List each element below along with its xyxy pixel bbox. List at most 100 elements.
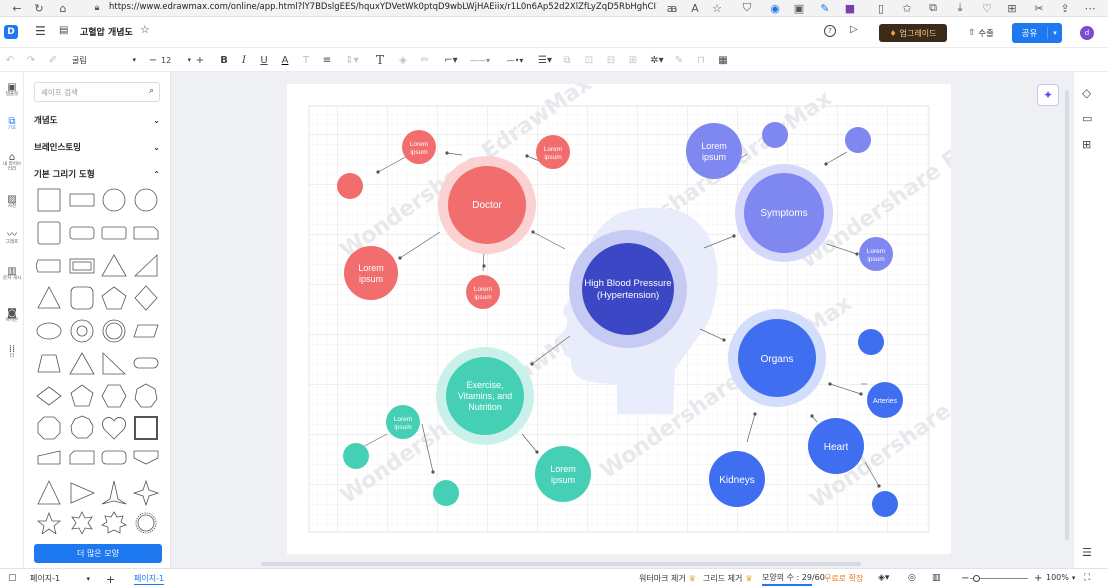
section-brainstorm[interactable]: 브레인스토밍 ⌄ xyxy=(34,141,160,154)
share-page-icon[interactable]: ⇪ xyxy=(1058,1,1072,15)
rail-item-images[interactable]: ▨ 사진 xyxy=(0,194,24,210)
font-color-icon[interactable]: A xyxy=(279,52,291,68)
shape-double-circle[interactable] xyxy=(102,319,126,343)
hamburger-menu-icon[interactable]: ☰ xyxy=(35,24,46,38)
font-size-increase-icon[interactable]: + xyxy=(195,52,205,68)
shape-circle[interactable] xyxy=(102,188,126,212)
refresh-icon[interactable]: ↻ xyxy=(32,1,46,15)
node-lorem-ipsum[interactable]: Lorem ipsum xyxy=(536,135,570,169)
shape-double-rectangle[interactable] xyxy=(69,258,95,274)
shape-hexagon[interactable] xyxy=(101,384,127,408)
favorite-star-icon[interactable]: ☆ xyxy=(710,1,724,15)
paint-bucket-icon[interactable]: ◇ xyxy=(1082,86,1091,100)
drawing-page[interactable]: Wondershare EdrawMax Wondershare EdrawMa… xyxy=(287,84,951,554)
shape-star-6[interactable] xyxy=(71,511,93,534)
shape-pentagon[interactable] xyxy=(101,286,127,310)
node-lorem-ipsum[interactable]: Lorem ipsum xyxy=(535,446,591,502)
shape-triangle-3[interactable] xyxy=(69,352,95,375)
browser-essentials-icon[interactable]: ♡ xyxy=(980,1,994,15)
ai-assistant-button[interactable]: ✦ xyxy=(1037,84,1059,106)
save-icon[interactable]: ▤ xyxy=(59,25,68,36)
favorites-icon[interactable]: ✩ xyxy=(900,1,914,15)
zoom-in-icon[interactable]: + xyxy=(1034,573,1042,584)
chevron-down-icon[interactable]: ▾ xyxy=(1048,29,1062,37)
panel-settings-icon[interactable]: ☰ xyxy=(1082,546,1092,559)
node-small-purple[interactable] xyxy=(762,122,788,148)
shape-pentagon-2[interactable] xyxy=(70,384,94,407)
browser-menu-icon[interactable]: ⋯ xyxy=(1083,1,1097,15)
shape-rounded-rectangle[interactable] xyxy=(69,226,95,240)
shape-decagon[interactable] xyxy=(70,415,94,439)
node-small-teal[interactable] xyxy=(343,443,369,469)
shape-rectangle[interactable] xyxy=(69,193,95,207)
download-icon[interactable]: ⤓ xyxy=(953,1,967,15)
concept-map-diagram[interactable]: Wondershare EdrawMax Wondershare EdrawMa… xyxy=(287,84,951,554)
shape-pennant[interactable] xyxy=(133,450,159,465)
redo-icon[interactable]: ↷ xyxy=(25,52,37,68)
extension-box-icon[interactable]: ▣ xyxy=(792,1,806,15)
table-icon[interactable]: ▦ xyxy=(716,52,730,68)
layers-icon[interactable]: ◈▾ xyxy=(878,573,889,583)
line-weight-icon[interactable]: ☰▾ xyxy=(536,52,554,68)
page-setup-icon[interactable]: ▭ xyxy=(1082,112,1092,125)
node-high-blood-pressure[interactable]: High Blood Pressure (Hypertension) xyxy=(569,230,687,348)
url-field[interactable]: https://www.edrawmax.com/online/app.html… xyxy=(109,2,657,12)
italic-icon[interactable]: I xyxy=(238,52,250,68)
shape-star-4[interactable] xyxy=(132,479,160,507)
vertical-scrollbar[interactable] xyxy=(1065,90,1069,540)
node-small-purple[interactable] xyxy=(845,127,871,153)
section-concept-map[interactable]: 개념도 ⌄ xyxy=(34,114,160,127)
document-title[interactable]: 고혈압 개념도 xyxy=(80,25,133,38)
home-icon[interactable]: ⌂ xyxy=(56,1,70,15)
onenote-icon[interactable]: ■ xyxy=(843,1,857,15)
node-lorem-ipsum[interactable]: Lorem ipsum xyxy=(402,130,436,164)
rail-item-text[interactable]: ▥ 문자 게시 xyxy=(0,266,24,282)
font-size-decrease-icon[interactable]: − xyxy=(148,52,158,68)
shape-star-5[interactable] xyxy=(36,511,62,534)
node-kidneys[interactable]: Kidneys xyxy=(709,451,765,507)
page-list-icon[interactable]: ▢ xyxy=(8,573,17,583)
undo-icon[interactable]: ↶ xyxy=(4,52,16,68)
shape-square[interactable] xyxy=(37,188,61,212)
line-color-icon[interactable]: ✏ xyxy=(418,52,432,68)
arrow-style-select[interactable]: —•▾ xyxy=(502,52,528,68)
align-icon[interactable]: ≡ xyxy=(320,52,334,68)
shape-star-3[interactable] xyxy=(101,480,127,505)
node-arteries[interactable]: Arteries xyxy=(867,382,903,418)
underline-icon[interactable]: U xyxy=(258,52,270,68)
shape-circle-large[interactable] xyxy=(134,188,158,212)
shape-rhombus[interactable] xyxy=(36,386,62,406)
screenshot-icon[interactable]: ✂ xyxy=(1032,1,1046,15)
shape-right-triangle[interactable] xyxy=(134,254,158,277)
bold-icon[interactable]: B xyxy=(218,52,230,68)
remove-grid-button[interactable]: 그리드 제거 ♛ xyxy=(703,573,753,584)
shape-heptagon[interactable] xyxy=(134,383,158,408)
free-expand-link[interactable]: 무료로 확장 xyxy=(824,573,863,584)
zoom-slider[interactable] xyxy=(970,575,1028,582)
node-doctor[interactable]: Doctor xyxy=(438,156,536,254)
node-lorem-ipsum[interactable]: Lorem ipsum xyxy=(686,123,742,179)
node-heart[interactable]: Heart xyxy=(808,418,864,474)
export-button[interactable]: ⇧ 수출 xyxy=(962,24,1000,42)
zoom-out-icon[interactable]: − xyxy=(961,573,969,584)
shape-octagon-rounded[interactable] xyxy=(70,286,94,310)
rail-item-symbols[interactable]: ⧉ 기호 xyxy=(0,116,24,132)
favorite-star-icon[interactable]: ☆ xyxy=(140,23,150,36)
shape-diamond[interactable] xyxy=(134,285,158,311)
shape-ring[interactable] xyxy=(70,319,94,343)
pen-extension-icon[interactable]: ✎ xyxy=(818,1,832,15)
shape-rounded-rectangle-2[interactable] xyxy=(101,226,127,240)
split-screen-icon[interactable]: ▯ xyxy=(874,1,888,15)
node-small-red[interactable] xyxy=(337,173,363,199)
edit-icon[interactable]: ✎ xyxy=(672,52,686,68)
shape-triangle-2[interactable] xyxy=(37,286,61,309)
rail-item-more[interactable]: ⁞⁞ 더 xyxy=(0,344,24,360)
fill-icon[interactable]: ◈ xyxy=(396,52,410,68)
share-button[interactable]: 공유 ▾ xyxy=(1012,23,1062,43)
more-shapes-button[interactable]: 더 많은 모양 xyxy=(34,544,162,563)
back-icon[interactable]: ← xyxy=(10,1,24,15)
font-size-select[interactable]: 12 ▾ xyxy=(161,52,191,68)
align-objects-icon[interactable]: ⊟ xyxy=(604,52,618,68)
book-view-icon[interactable]: ▥ xyxy=(932,573,941,583)
lock-icon[interactable]: ⊓ xyxy=(694,52,708,68)
